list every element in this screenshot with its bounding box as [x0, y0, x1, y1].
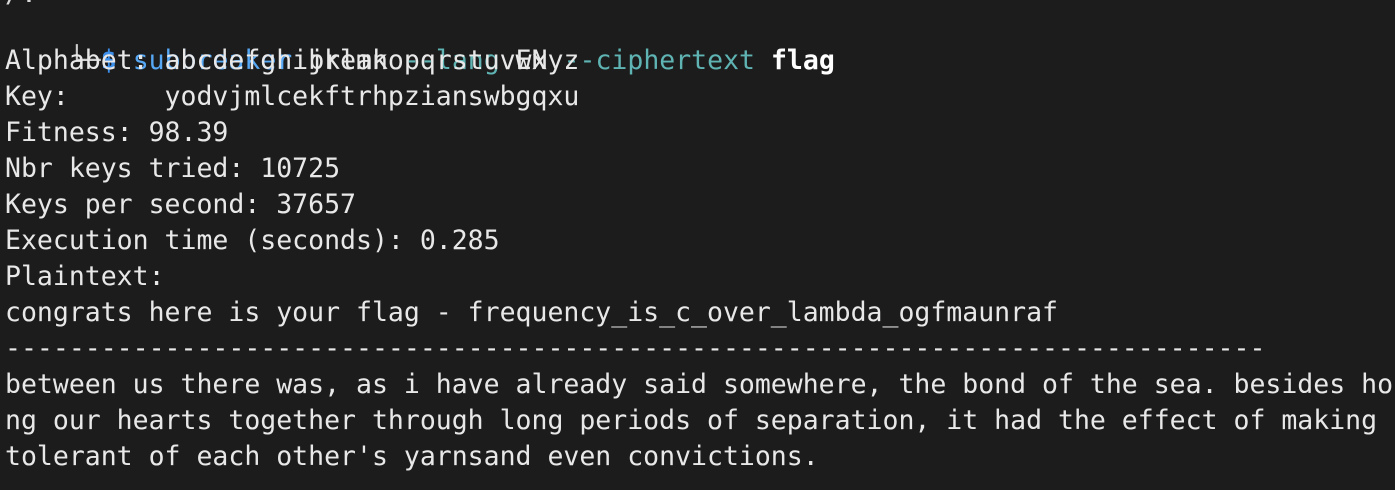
alphabet-line: Alphabet: abcdefghijklmnopqrstuvwxyz	[5, 45, 580, 76]
command-line[interactable]: └─$ subbreaker break --lang EN --ciphert…	[5, 7, 835, 76]
plaintext-label: Plaintext:	[5, 261, 165, 292]
ciphertext-value: flag	[770, 45, 835, 76]
decrypted-text-line-1: between us there was, as i have already …	[5, 369, 1394, 400]
separator-line: ----------------------------------------…	[5, 333, 1266, 364]
ciphertext-flag: --ciphertext	[563, 45, 755, 76]
execution-time-line: Execution time (seconds): 0.285	[5, 225, 500, 256]
fitness-line: Fitness: 98.39	[5, 117, 229, 148]
decrypted-text-line-3: tolerant of each other's yarnsand even c…	[5, 441, 819, 472]
decrypted-text-line-2: ng our hearts together through long peri…	[5, 405, 1378, 436]
keys-per-second-line: Keys per second: 37657	[5, 189, 356, 220]
terminal-window[interactable]: /. └─$ subbreaker break --lang EN --ciph…	[0, 0, 1395, 490]
keys-tried-line: Nbr keys tried: 10725	[5, 153, 341, 184]
key-line: Key: yodvjmlcekftrhpzianswbgqxu	[5, 81, 580, 112]
plaintext-flag-line: congrats here is your flag - frequency_i…	[5, 297, 1058, 328]
